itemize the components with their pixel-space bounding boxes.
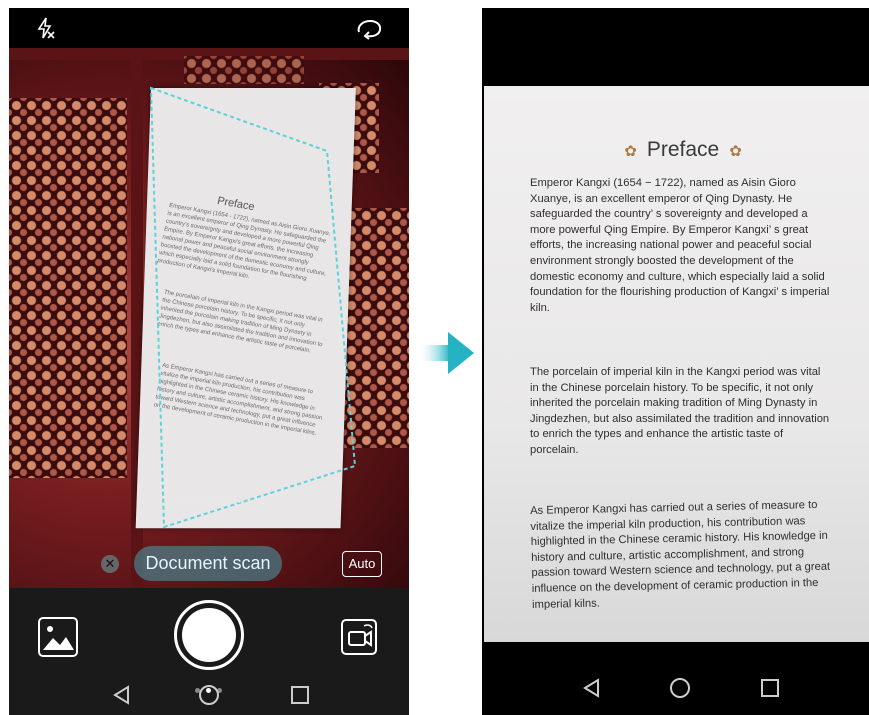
lattice-window-right	[344, 208, 409, 448]
document-paragraph: The porcelain of imperial kiln in the Ka…	[530, 366, 830, 456]
camera-top-bar	[9, 8, 409, 48]
camera-controls	[9, 588, 409, 715]
auto-mode-button[interactable]: Auto	[342, 551, 382, 577]
recent-apps-icon[interactable]	[288, 683, 312, 707]
flash-off-icon[interactable]	[33, 16, 57, 40]
camera-screen: Preface Emperor Kangxi (1654 - 1722), na…	[9, 8, 409, 715]
arrow-right-icon	[420, 332, 474, 374]
home-icon[interactable]	[197, 683, 221, 707]
lattice-window-left	[9, 98, 127, 478]
gallery-icon[interactable]	[37, 616, 79, 658]
document-title: Preface	[646, 138, 720, 161]
preview-paragraph: Emperor Kangxi (1654 - 1722), named as A…	[156, 202, 331, 283]
navigation-bar	[9, 675, 409, 715]
scan-result-screen: ✿ Preface ✿ Emperor Kangxi (1654 − 1722), …	[482, 8, 869, 715]
navigation-bar	[482, 668, 869, 708]
document-paragraph: As Emperor Kangxi has carried out a seri…	[530, 498, 831, 611]
home-icon[interactable]	[668, 676, 692, 700]
analyzing-status: Analyzing...	[174, 491, 242, 506]
ornament-right-icon: ✿	[729, 143, 742, 160]
switch-camera-icon[interactable]	[340, 616, 380, 656]
camera-viewfinder[interactable]: Preface Emperor Kangxi (1654 - 1722), na…	[9, 48, 409, 588]
lattice-window-top	[184, 56, 304, 84]
close-mode-button[interactable]: ✕	[101, 555, 119, 573]
result-bottom-bar	[482, 642, 869, 715]
document-scan-mode-button[interactable]: Document scan	[134, 546, 282, 581]
rotate-camera-icon[interactable]	[355, 18, 383, 40]
document-title-row: ✿ Preface ✿	[484, 138, 869, 162]
shutter-button[interactable]	[174, 600, 244, 670]
recent-apps-icon[interactable]	[758, 676, 782, 700]
preview-paragraph: As Emperor Kangxi has carried out a seri…	[153, 362, 323, 437]
preview-paragraph: The porcelain of imperial kiln in the Ka…	[156, 289, 324, 355]
document-in-viewfinder: Preface Emperor Kangxi (1654 - 1722), na…	[135, 88, 356, 529]
shutter-inner	[182, 608, 236, 662]
ornament-left-icon: ✿	[624, 143, 637, 160]
back-icon[interactable]	[580, 676, 604, 700]
scanned-document: ✿ Preface ✿ Emperor Kangxi (1654 − 1722), …	[484, 86, 869, 642]
back-icon[interactable]	[110, 683, 134, 707]
document-paragraph: Emperor Kangxi (1654 − 1722), named as A…	[530, 177, 830, 314]
result-top-bar	[482, 8, 869, 86]
